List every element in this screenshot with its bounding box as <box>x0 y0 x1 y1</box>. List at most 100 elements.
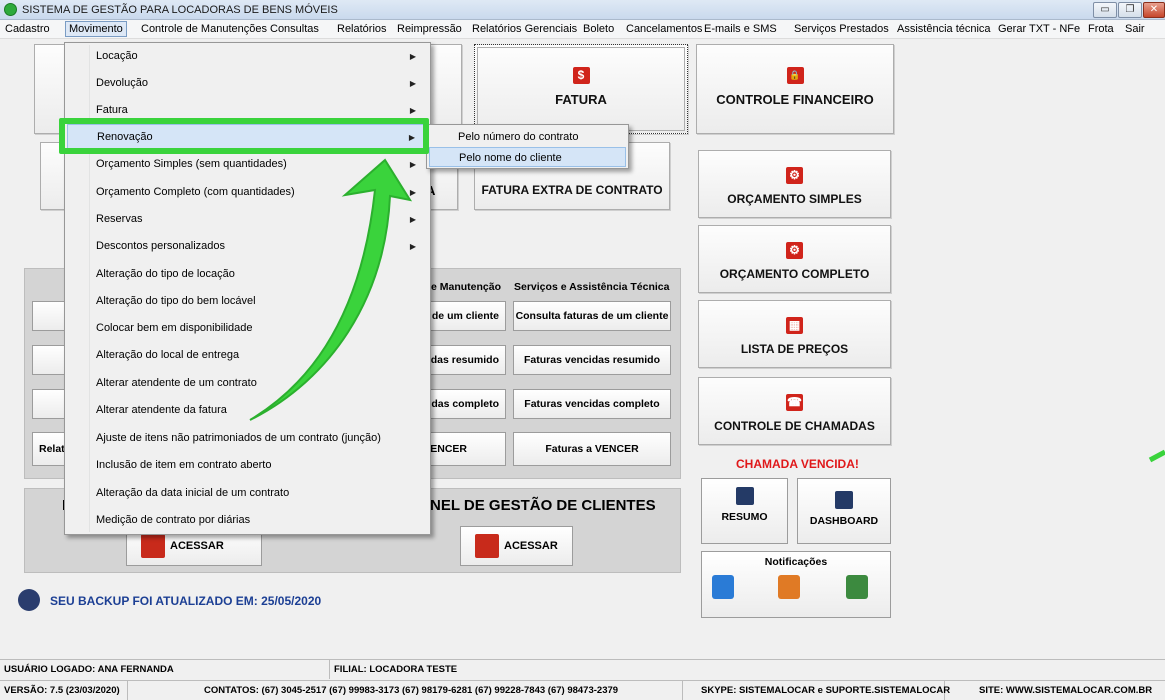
menu-item-inclusao-item[interactable]: Inclusão de item em contrato aberto <box>67 453 428 478</box>
acessar-label: ACESSAR <box>170 540 224 552</box>
tile-orcamento-completo-label: ORÇAMENTO COMPLETO <box>719 267 870 281</box>
menu-emails-sms[interactable]: E-mails e SMS <box>704 23 777 35</box>
menu-assistencia-tecnica[interactable]: Assistência técnica <box>897 23 991 35</box>
submenu-item-nome-cliente[interactable]: Pelo nome do cliente <box>429 147 626 167</box>
acessar-button-2[interactable]: ACESSAR <box>460 526 573 566</box>
menu-frota[interactable]: Frota <box>1088 23 1114 35</box>
tile-fatura[interactable]: $ FATURA <box>474 44 688 134</box>
clients-icon <box>475 534 499 558</box>
menu-bar: Cadastro Movimento Controle de Manutençõ… <box>0 20 1165 39</box>
tile-orcamento-simples-label: ORÇAMENTO SIMPLES <box>727 192 862 206</box>
resumo-button[interactable]: RESUMO <box>701 478 788 544</box>
resumo-label: RESUMO <box>721 511 768 523</box>
calculator-icon: ▦ <box>786 317 803 334</box>
menu-servicos-prestados[interactable]: Serviços Prestados <box>794 23 889 35</box>
column-heading-manutencao: e Manutenção <box>431 281 502 293</box>
menu-item-alteracao-local-entrega[interactable]: Alteração do local de entrega <box>67 343 428 368</box>
menu-item-descontos[interactable]: Descontos personalizados ▶ <box>67 234 428 259</box>
query-button-consulta-faturas-cliente[interactable]: Consulta faturas de um cliente <box>513 301 671 331</box>
tile-orcamento-completo[interactable]: ⚙ ORÇAMENTO COMPLETO <box>698 225 891 293</box>
menu-item-alterar-atendente-contrato[interactable]: Alterar atendente de um contrato <box>67 371 428 396</box>
tile-controle-chamadas[interactable]: ☎ CONTROLE DE CHAMADAS <box>698 377 891 445</box>
status-site: SITE: WWW.SISTEMALOCAR.COM.BR <box>979 685 1153 696</box>
menu-gerar-txt-nfe[interactable]: Gerar TXT - NFe <box>998 23 1080 35</box>
painel-clientes-title: NEL DE GESTÃO DE CLIENTES <box>430 497 656 514</box>
submenu-arrow-icon: ▶ <box>409 215 416 224</box>
backup-text: SEU BACKUP FOI ATUALIZADO EM: 25/05/2020 <box>50 594 322 608</box>
gear-icon: ⚙ <box>786 167 803 184</box>
menu-controle-manutencoes[interactable]: Controle de Manutenções <box>141 23 267 35</box>
column-heading-servicos: Serviços e Assistência Técnica <box>514 281 670 293</box>
document-user-icon <box>141 534 165 558</box>
menu-item-alteracao-tipo-locacao[interactable]: Alteração do tipo de locação <box>67 262 428 287</box>
minimize-button[interactable]: ▭ <box>1093 2 1117 18</box>
submenu-item-numero-contrato[interactable]: Pelo número do contrato <box>429 127 626 147</box>
menu-item-orcamento-completo[interactable]: Orçamento Completo (com quantidades) ▶ <box>67 180 428 205</box>
tile-fatura-extra-label: FATURA EXTRA DE CONTRATO <box>481 183 663 197</box>
notification-billing-icon[interactable] <box>846 575 868 599</box>
phone-icon: ☎ <box>786 394 803 411</box>
menu-item-fatura[interactable]: Fatura ▶ <box>67 98 428 123</box>
submenu-arrow-icon: ▶ <box>409 188 416 197</box>
menu-cadastro[interactable]: Cadastro <box>5 23 50 35</box>
tile-controle-chamadas-label: CONTROLE DE CHAMADAS <box>714 419 875 433</box>
menu-reimpressao[interactable]: Reimpressão <box>397 23 462 35</box>
app-icon <box>4 3 17 16</box>
submenu-arrow-icon: ▶ <box>409 160 416 169</box>
database-sync-icon <box>18 589 40 611</box>
menu-item-label: Locação <box>96 50 138 62</box>
window-title: SISTEMA DE GESTÃO PARA LOCADORAS DE BENS… <box>22 4 338 16</box>
tile-lista-precos[interactable]: ▦ LISTA DE PREÇOS <box>698 300 891 368</box>
menu-item-alteracao-tipo-bem[interactable]: Alteração do tipo do bem locável <box>67 289 428 314</box>
menu-item-devolucao[interactable]: Devolução ▶ <box>67 71 428 96</box>
tile-orcamento-simples[interactable]: ⚙ ORÇAMENTO SIMPLES <box>698 150 891 218</box>
clipboard-icon <box>735 487 754 505</box>
status-usuario: USUÁRIO LOGADO: ANA FERNANDA <box>0 660 330 679</box>
status-bar-1: USUÁRIO LOGADO: ANA FERNANDA FILIAL: LOC… <box>0 659 1165 679</box>
menu-relatorios-gerenciais[interactable]: Relatórios Gerenciais <box>472 23 577 35</box>
notification-document-icon[interactable] <box>712 575 734 599</box>
menu-item-alteracao-data-inicial[interactable]: Alteração da data inicial de um contrato <box>67 481 428 506</box>
menu-item-label: Devolução <box>96 77 148 89</box>
submenu-arrow-icon: ▶ <box>409 79 416 88</box>
close-button[interactable]: ✕ <box>1143 2 1165 18</box>
status-versao: VERSÃO: 7.5 (23/03/2020) <box>0 681 128 700</box>
menu-item-colocar-disponibilidade[interactable]: Colocar bem em disponibilidade <box>67 316 428 341</box>
maximize-button[interactable]: ❐ <box>1118 2 1142 18</box>
chamada-vencida-alert: CHAMADA VENCIDA! <box>736 457 859 471</box>
annotation-arrow-edge <box>1148 449 1165 463</box>
query-button-faturas-vencidas-completo[interactable]: Faturas vencidas completo <box>513 389 671 419</box>
menu-item-medicao-diarias[interactable]: Medição de contrato por diárias <box>67 508 428 533</box>
lock-icon: 🔒 <box>786 67 804 84</box>
renovacao-submenu: Pelo número do contrato Pelo nome do cli… <box>426 124 629 169</box>
menu-item-label: Descontos personalizados <box>96 240 226 252</box>
menu-item-renovacao[interactable]: Renovação ▶ <box>67 124 428 149</box>
acessar-label: ACESSAR <box>504 540 558 552</box>
menu-item-orcamento-simples[interactable]: Orçamento Simples (sem quantidades) ▶ <box>67 152 428 177</box>
tile-controle-financeiro-label: CONTROLE FINANCEIRO <box>716 92 874 107</box>
menu-boleto[interactable]: Boleto <box>583 23 614 35</box>
notificacoes-panel: Notificações <box>701 551 891 618</box>
menu-item-ajuste-itens[interactable]: Ajuste de itens não patrimoniados de um … <box>67 426 428 451</box>
menu-item-label: Reservas <box>96 213 143 225</box>
menu-consultas[interactable]: Consultas <box>270 23 319 35</box>
title-bar: SISTEMA DE GESTÃO PARA LOCADORAS DE BENS… <box>0 0 1165 20</box>
menu-item-label: Renovação <box>97 131 153 143</box>
menu-relatorios[interactable]: Relatórios <box>337 23 387 35</box>
submenu-arrow-icon: ▶ <box>409 242 416 251</box>
query-button-faturas-vencidas-resumido[interactable]: Faturas vencidas resumido <box>513 345 671 375</box>
tile-controle-financeiro[interactable]: 🔒 CONTROLE FINANCEIRO <box>696 44 894 134</box>
tile-fatura-label: FATURA <box>555 92 607 107</box>
menu-cancelamentos[interactable]: Cancelamentos <box>626 23 702 35</box>
menu-item-reservas[interactable]: Reservas ▶ <box>67 207 428 232</box>
status-bar-2: VERSÃO: 7.5 (23/03/2020) CONTATOS: (67) … <box>0 680 1165 700</box>
query-button-faturas-a-vencer[interactable]: Faturas a VENCER <box>513 432 671 466</box>
menu-item-alterar-atendente-fatura[interactable]: Alterar atendente da fatura <box>67 398 428 423</box>
submenu-arrow-icon: ▶ <box>409 106 416 115</box>
status-skype: SKYPE: SISTEMALOCAR e SUPORTE.SISTEMALOC… <box>683 681 950 700</box>
menu-item-locacao[interactable]: Locação ▶ <box>67 44 428 69</box>
notification-edit-icon[interactable] <box>778 575 800 599</box>
menu-movimento[interactable]: Movimento <box>65 21 127 37</box>
dashboard-button[interactable]: DASHBOARD <box>797 478 891 544</box>
menu-sair[interactable]: Sair <box>1125 23 1145 35</box>
